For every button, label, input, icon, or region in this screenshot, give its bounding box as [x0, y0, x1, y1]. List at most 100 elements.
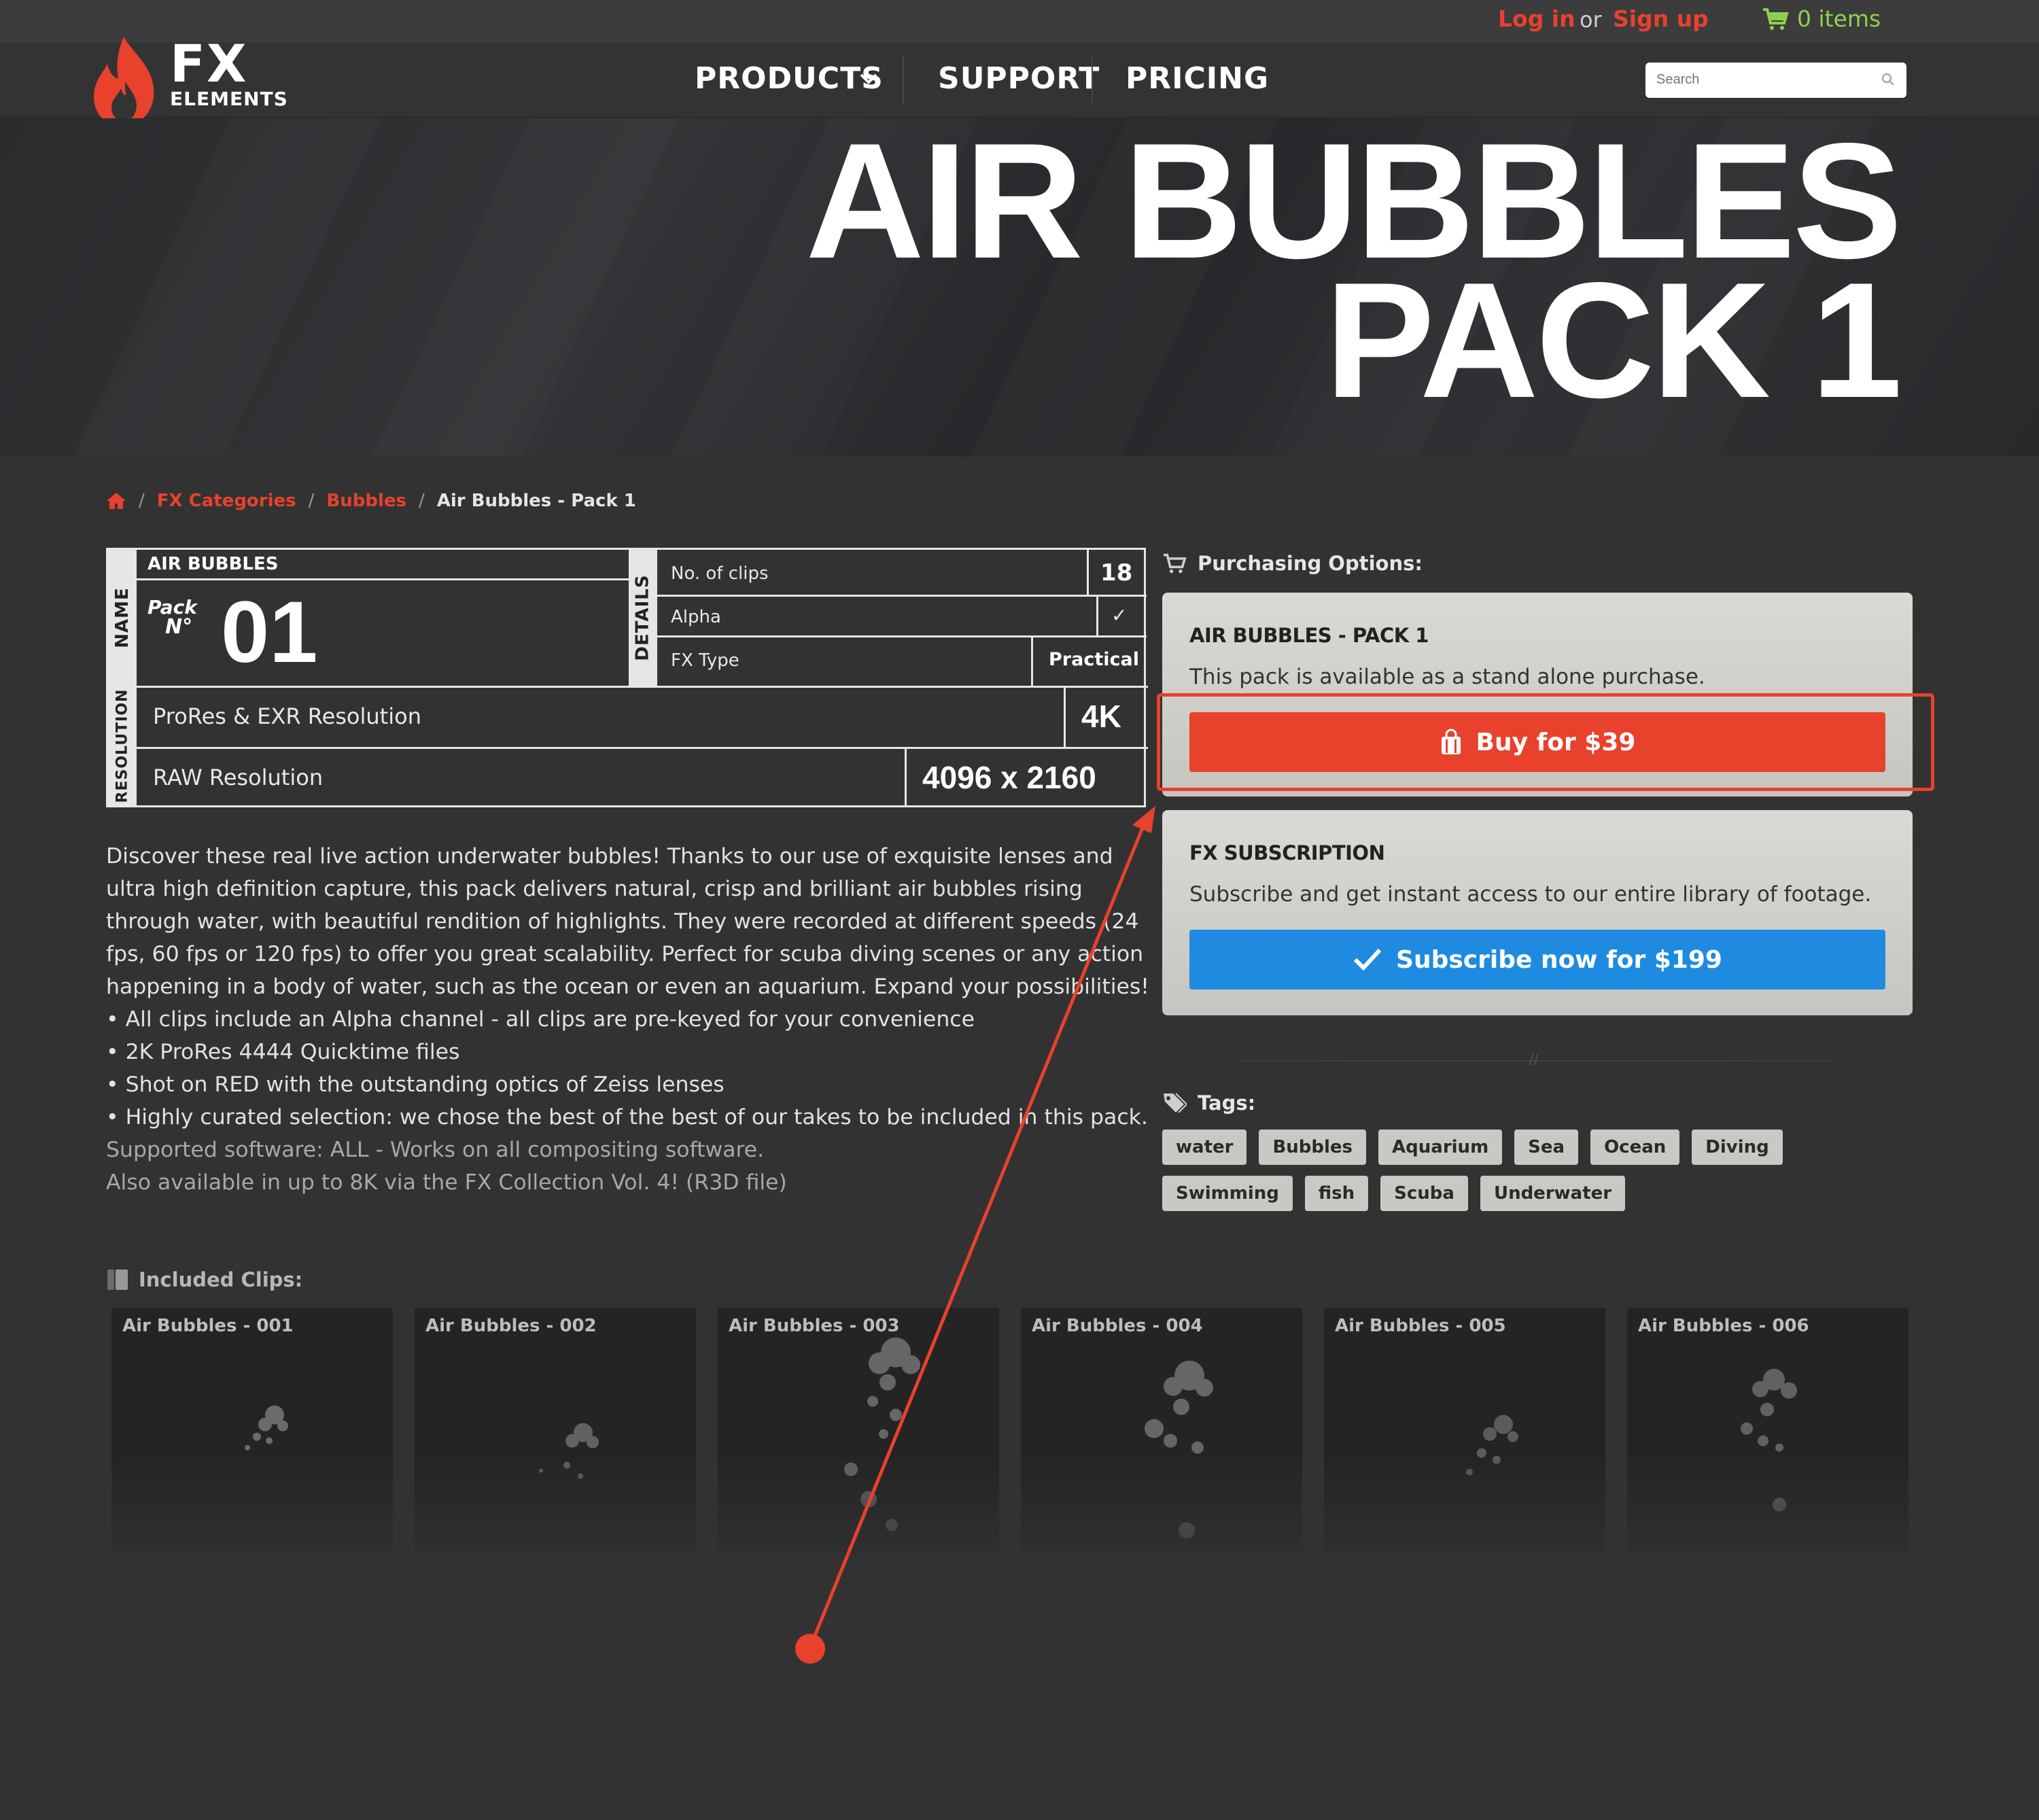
divider-mark: //	[1529, 1051, 1539, 1067]
spec-table: NAME RESOLUTION DETAILS AIR BUBBLES Pack…	[106, 548, 1148, 807]
resolution-label-box: RESOLUTION	[108, 686, 137, 805]
table-rule	[1096, 595, 1098, 635]
fx-elements-logo[interactable]: FX ELEMENTS	[91, 33, 287, 129]
breadcrumb-separator: /	[308, 491, 315, 511]
logo-text-fx: FX	[170, 33, 248, 94]
home-icon[interactable]	[106, 491, 126, 510]
tag-fish[interactable]: fish	[1304, 1176, 1369, 1211]
supported-software: Supported software: ALL - Works on all c…	[106, 1138, 765, 1162]
search-icon[interactable]	[1881, 72, 1896, 87]
subscribe-button[interactable]: Subscribe now for $199	[1189, 930, 1885, 990]
tags-title: Tags:	[1198, 1091, 1256, 1115]
hero-stripe	[9, 118, 412, 457]
description-bullet: • Shot on RED with the outstanding optic…	[106, 1072, 725, 1097]
name-label-box: NAME	[108, 550, 137, 686]
alpha-label: Alpha	[671, 607, 721, 627]
description-paragraph: Discover these real live action underwat…	[106, 844, 1149, 999]
clip-title: Air Bubbles - 003	[729, 1316, 900, 1336]
chevron-down-icon	[860, 73, 877, 84]
breadcrumb-current: Air Bubbles - Pack 1	[436, 491, 636, 511]
breadcrumb-separator: /	[139, 491, 145, 511]
cart-icon	[1164, 553, 1187, 574]
alpha-check-icon: ✓	[1111, 604, 1128, 627]
details-label: DETAILS	[633, 574, 653, 661]
included-clips-title: Included Clips:	[139, 1268, 303, 1291]
pack-name: AIR BUBBLES	[147, 554, 279, 574]
tag-diving[interactable]: Diving	[1692, 1130, 1783, 1165]
prores-label: ProRes & EXR Resolution	[153, 703, 421, 729]
subscription-card-heading: FX SUBSCRIPTION	[1189, 841, 1385, 864]
fxtype-label: FX Type	[671, 650, 739, 671]
main-navigation: PRODUCTS SUPPORT PRICING	[0, 42, 2039, 118]
raw-value: 4096 x 2160	[922, 760, 1096, 795]
bottom-fade-overlay	[0, 1454, 2039, 1820]
tags-heading: Tags:	[1162, 1091, 1255, 1115]
logo-text-elements: ELEMENTS	[170, 88, 288, 110]
subscription-card: FX SUBSCRIPTION Subscribe and get instan…	[1162, 810, 1913, 1015]
clip-title: Air Bubbles - 001	[122, 1316, 294, 1336]
login-link[interactable]: Log in	[1498, 5, 1575, 32]
subscription-card-text: Subscribe and get instant access to our …	[1189, 882, 1872, 907]
film-icon	[107, 1270, 128, 1290]
resolution-label: RESOLUTION	[114, 688, 131, 803]
name-label: NAME	[112, 587, 133, 648]
details-label-box: DETAILS	[629, 550, 657, 686]
table-rule	[657, 595, 1147, 597]
breadcrumb-fx-categories[interactable]: FX Categories	[157, 491, 296, 511]
tag-scuba[interactable]: Scuba	[1380, 1176, 1468, 1211]
purchasing-options-title: Purchasing Options:	[1198, 552, 1423, 575]
cart-icon	[1763, 7, 1789, 30]
table-rule	[905, 747, 907, 805]
tag-sea[interactable]: Sea	[1514, 1130, 1579, 1165]
check-icon	[1353, 948, 1382, 971]
page-title: AIR BUBBLES PACK 1	[805, 119, 1902, 423]
nav-pricing[interactable]: PRICING	[1126, 61, 1269, 96]
annotation-highlight-box	[1157, 693, 1934, 791]
clip-title: Air Bubbles - 004	[1032, 1316, 1203, 1336]
clip-title: Air Bubbles - 006	[1638, 1316, 1809, 1336]
table-rule	[1087, 550, 1089, 595]
table-rule	[1031, 635, 1033, 686]
tag-ocean[interactable]: Ocean	[1590, 1130, 1680, 1165]
search-input[interactable]	[1656, 63, 1874, 97]
included-clips-heading: Included Clips:	[106, 1268, 302, 1291]
clip-title: Air Bubbles - 002	[425, 1316, 597, 1336]
pack-number-sign: N°	[165, 615, 193, 639]
or-text: or	[1580, 7, 1602, 33]
clip-title: Air Bubbles - 005	[1335, 1316, 1506, 1336]
raw-label: RAW Resolution	[153, 765, 324, 790]
signup-link[interactable]: Sign up	[1613, 5, 1709, 32]
hero-stripe	[308, 118, 711, 457]
nav-divider	[1092, 56, 1093, 105]
table-rule	[137, 686, 1148, 688]
tag-aquarium[interactable]: Aquarium	[1378, 1130, 1503, 1165]
table-rule	[137, 747, 1148, 749]
breadcrumb-bubbles[interactable]: Bubbles	[326, 491, 406, 511]
tag-icon	[1164, 1093, 1187, 1113]
cart-count: 0 items	[1797, 5, 1881, 32]
clips-label: No. of clips	[671, 563, 769, 584]
table-rule	[1064, 686, 1066, 747]
description-bullet: • Highly curated selection: we chose the…	[106, 1105, 1148, 1130]
nav-support[interactable]: SUPPORT	[938, 61, 1100, 96]
nav-products-label: PRODUCTS	[695, 61, 884, 96]
search-box	[1645, 63, 1906, 98]
tag-water[interactable]: water	[1162, 1130, 1247, 1165]
cart-link[interactable]: 0 items	[1762, 5, 1881, 32]
description-bullet: • All clips include an Alpha channel - a…	[106, 1007, 975, 1032]
tag-swimming[interactable]: Swimming	[1162, 1176, 1293, 1211]
tag-underwater[interactable]: Underwater	[1480, 1176, 1626, 1211]
product-description: Discover these real live action underwat…	[106, 840, 1153, 1199]
tag-bubbles[interactable]: Bubbles	[1259, 1130, 1367, 1165]
clips-value: 18	[1100, 559, 1133, 587]
also-available: Also available in up to 8K via the FX Co…	[106, 1170, 787, 1195]
top-bar: Log in or Sign up 0 items	[0, 0, 2039, 42]
breadcrumb: / FX Categories / Bubbles / Air Bubbles …	[106, 491, 636, 511]
table-rule	[657, 635, 1147, 637]
tag-list: water Bubbles Aquarium Sea Ocean Diving …	[1162, 1130, 1917, 1211]
description-bullet: • 2K ProRes 4444 Quicktime files	[106, 1040, 460, 1064]
purchasing-options-heading: Purchasing Options:	[1162, 552, 1423, 575]
nav-divider	[903, 56, 904, 105]
nav-products[interactable]: PRODUCTS	[695, 61, 884, 96]
page-title-line2: PACK 1	[1325, 249, 1902, 432]
